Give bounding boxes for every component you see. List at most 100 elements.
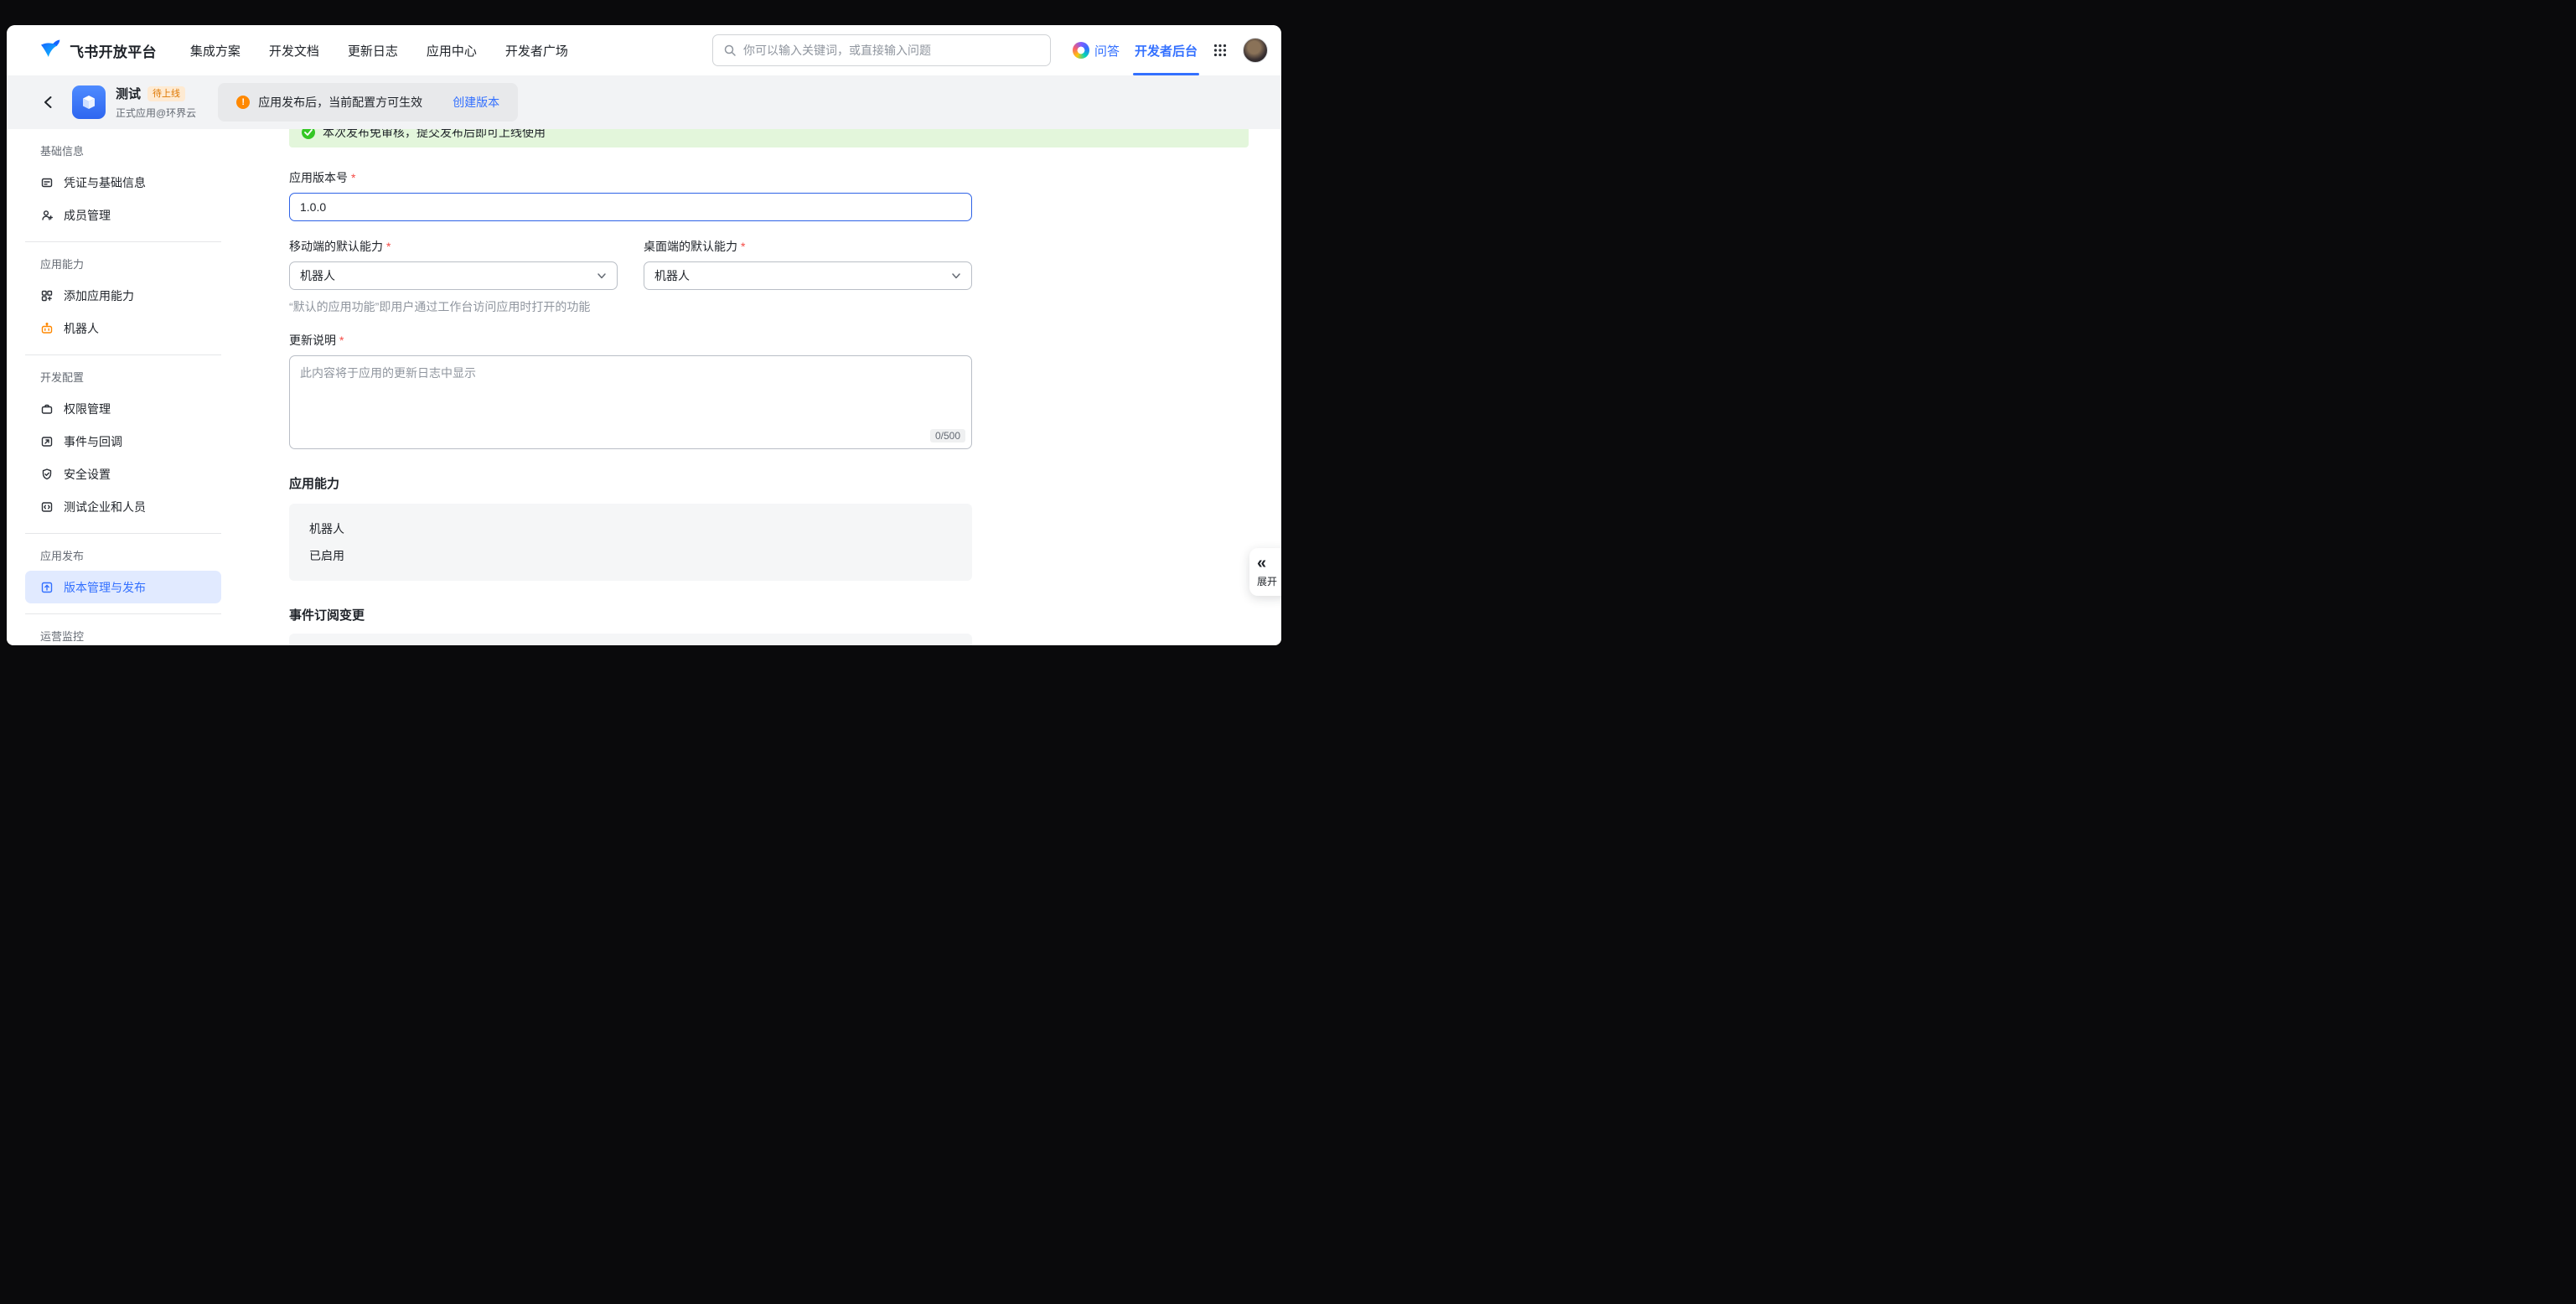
version-input[interactable] xyxy=(289,193,972,221)
mobile-capability-select[interactable]: 机器人 xyxy=(289,261,618,290)
nav-item-developer-plaza[interactable]: 开发者广场 xyxy=(505,42,568,60)
desktop-capability-field: 桌面端的默认能力* 机器人 xyxy=(644,238,972,290)
feishu-logo-icon xyxy=(39,37,62,65)
bot-icon xyxy=(40,322,54,335)
capability-section-title: 应用能力 xyxy=(289,474,1281,492)
main-content: 本次发布免审核，提交发布后即可上线使用 应用版本号* 移动端的默认能力* 机器人 xyxy=(233,129,1281,645)
sidebar-item-label: 事件与回调 xyxy=(64,433,122,450)
sidebar-item-label: 安全设置 xyxy=(64,466,111,483)
qa-link[interactable]: 问答 xyxy=(1073,42,1120,60)
body-row: 基础信息 凭证与基础信息 xyxy=(7,129,1281,645)
brand[interactable]: 飞书开放平台 xyxy=(39,37,157,65)
header-right: 问答 开发者后台 xyxy=(1073,25,1268,75)
sidebar-item-test-org[interactable]: 测试企业和人员 xyxy=(25,490,221,523)
sidebar-item-security[interactable]: 安全设置 xyxy=(25,458,221,490)
sidebar-section-title: 运营监控 xyxy=(25,628,221,645)
browser-window: 飞书开放平台 集成方案 开发文档 更新日志 应用中心 开发者广场 xyxy=(7,25,1281,645)
add-capability-icon xyxy=(40,289,54,303)
sidebar-section-title: 应用发布 xyxy=(25,547,221,571)
update-notes-wrap: 0/500 xyxy=(289,355,972,449)
chevron-down-icon xyxy=(951,271,961,281)
success-banner: 本次发布免审核，提交发布后即可上线使用 xyxy=(289,129,1249,147)
default-capability-help: “默认的应用功能”即用户通过工作台访问应用时打开的功能 xyxy=(289,298,1281,315)
sidebar-item-version-release[interactable]: 版本管理与发布 xyxy=(25,571,221,603)
app-icon xyxy=(72,85,106,119)
capability-status: 已启用 xyxy=(309,547,952,564)
search-input[interactable] xyxy=(743,44,1040,57)
success-banner-text: 本次发布免审核，提交发布后即可上线使用 xyxy=(323,129,546,141)
sidebar-item-add-capability[interactable]: 添加应用能力 xyxy=(25,279,221,312)
sidebar-item-members[interactable]: 成员管理 xyxy=(25,199,221,231)
window-frame: 飞书开放平台 集成方案 开发文档 更新日志 应用中心 开发者广场 xyxy=(0,0,1288,652)
sidebar: 基础信息 凭证与基础信息 xyxy=(7,129,233,645)
sidebar-item-credentials[interactable]: 凭证与基础信息 xyxy=(25,166,221,199)
version-label: 应用版本号* xyxy=(289,169,1281,186)
desktop-capability-value: 机器人 xyxy=(654,267,690,284)
sidebar-section-dev-config: 开发配置 权限管理 xyxy=(25,354,221,533)
char-counter: 0/500 xyxy=(930,429,965,442)
sidebar-item-permissions[interactable]: 权限管理 xyxy=(25,392,221,425)
nav-item-dev-docs[interactable]: 开发文档 xyxy=(269,42,319,60)
capability-box: 机器人 已启用 xyxy=(289,504,972,581)
required-asterisk: * xyxy=(741,238,745,255)
required-asterisk: * xyxy=(339,332,344,349)
permission-icon xyxy=(40,402,54,416)
sidebar-section-capability: 应用能力 添加应用能力 xyxy=(25,241,221,354)
success-check-icon xyxy=(302,129,315,139)
apps-grid-icon[interactable] xyxy=(1213,43,1228,58)
sidebar-section-title: 基础信息 xyxy=(25,142,221,166)
sidebar-item-bot[interactable]: 机器人 xyxy=(25,312,221,344)
sidebar-section-release: 应用发布 版本管理与发布 xyxy=(25,533,221,613)
mobile-capability-value: 机器人 xyxy=(300,267,335,284)
main-nav: 集成方案 开发文档 更新日志 应用中心 开发者广场 xyxy=(190,42,568,60)
qa-icon xyxy=(1073,42,1089,59)
release-icon xyxy=(40,581,54,594)
sidebar-item-label: 成员管理 xyxy=(64,207,111,224)
app-header-bar: 测试 待上线 正式应用@环界云 ! 应用发布后，当前配置方可生效 创建版本 xyxy=(7,75,1281,129)
events-section-title: 事件订阅变更 xyxy=(289,606,1281,624)
expand-label: 展开 xyxy=(1257,574,1277,588)
credential-icon xyxy=(40,176,54,189)
sidebar-section-monitoring: 运营监控 xyxy=(25,613,221,645)
double-chevron-left-icon: « xyxy=(1257,555,1266,572)
security-shield-icon xyxy=(40,468,54,481)
brand-name: 飞书开放平台 xyxy=(70,40,157,61)
mobile-capability-label: 移动端的默认能力* xyxy=(289,238,618,255)
sidebar-section-basic: 基础信息 凭证与基础信息 xyxy=(25,129,221,241)
publish-alert-banner: ! 应用发布后，当前配置方可生效 创建版本 xyxy=(218,83,518,122)
app-subtitle: 正式应用@环界云 xyxy=(116,106,196,120)
nav-item-changelog[interactable]: 更新日志 xyxy=(348,42,398,60)
create-version-link[interactable]: 创建版本 xyxy=(453,94,499,111)
nav-item-integration-solutions[interactable]: 集成方案 xyxy=(190,42,241,60)
capability-name: 机器人 xyxy=(309,520,952,537)
tab-developer-console[interactable]: 开发者后台 xyxy=(1135,25,1197,75)
search-box[interactable] xyxy=(712,34,1051,66)
test-org-icon xyxy=(40,500,54,514)
search-icon xyxy=(723,44,737,57)
sidebar-section-title: 开发配置 xyxy=(25,369,221,392)
back-button[interactable] xyxy=(40,94,57,111)
sidebar-item-label: 测试企业和人员 xyxy=(64,499,146,515)
nav-item-app-center[interactable]: 应用中心 xyxy=(427,42,477,60)
chevron-down-icon xyxy=(597,271,607,281)
desktop-capability-select[interactable]: 机器人 xyxy=(644,261,972,290)
sidebar-item-events-callbacks[interactable]: 事件与回调 xyxy=(25,425,221,458)
sidebar-item-label: 版本管理与发布 xyxy=(64,579,146,596)
warning-icon: ! xyxy=(236,96,250,109)
event-callback-icon xyxy=(40,435,54,448)
qa-label: 问答 xyxy=(1094,42,1120,60)
expand-panel-button[interactable]: « 展开 xyxy=(1249,548,1281,596)
sidebar-item-label: 凭证与基础信息 xyxy=(64,174,146,191)
sidebar-item-label: 机器人 xyxy=(64,320,99,337)
required-asterisk: * xyxy=(351,169,355,186)
update-notes-textarea[interactable] xyxy=(289,355,972,449)
sidebar-item-label: 添加应用能力 xyxy=(64,287,134,304)
required-asterisk: * xyxy=(386,238,391,255)
update-notes-label: 更新说明* xyxy=(289,332,1281,349)
default-capability-row: 移动端的默认能力* 机器人 桌面端的默认能力* xyxy=(289,238,1281,290)
status-badge: 待上线 xyxy=(147,86,185,101)
avatar[interactable] xyxy=(1243,38,1268,63)
alert-text: 应用发布后，当前配置方可生效 xyxy=(258,94,422,111)
app-meta: 测试 待上线 正式应用@环界云 xyxy=(116,85,196,120)
mobile-capability-field: 移动端的默认能力* 机器人 xyxy=(289,238,618,290)
